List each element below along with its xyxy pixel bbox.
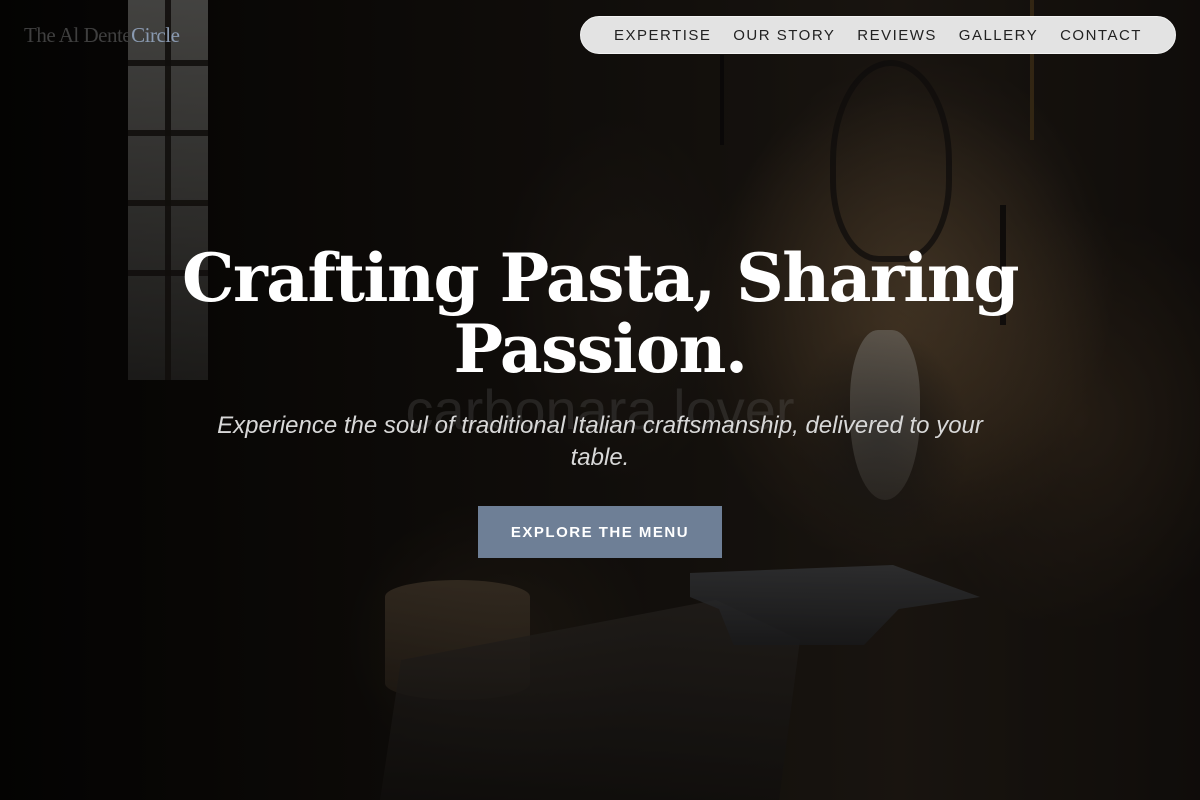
explore-menu-button[interactable]: EXPLORE THE MENU <box>478 506 722 558</box>
brand-name-main: The Al Dente <box>24 23 132 47</box>
brand-logo[interactable]: The Al DenteCircle <box>24 23 180 48</box>
nav-item-expertise[interactable]: EXPERTISE <box>614 27 711 44</box>
brand-name-accent: Circle <box>131 23 180 47</box>
nav-item-our-story[interactable]: OUR STORY <box>733 27 835 44</box>
hero-subheadline: Experience the soul of traditional Itali… <box>217 412 983 471</box>
main-nav: EXPERTISE OUR STORY REVIEWS GALLERY CONT… <box>580 16 1176 54</box>
hero-headline: Crafting Pasta, Sharing Passion. <box>181 239 1020 388</box>
nav-item-reviews[interactable]: REVIEWS <box>857 27 937 44</box>
hero-section: The Al DenteCircle EXPERTISE OUR STORY R… <box>0 0 1200 800</box>
nav-item-gallery[interactable]: GALLERY <box>959 27 1038 44</box>
nav-item-contact[interactable]: CONTACT <box>1060 27 1142 44</box>
